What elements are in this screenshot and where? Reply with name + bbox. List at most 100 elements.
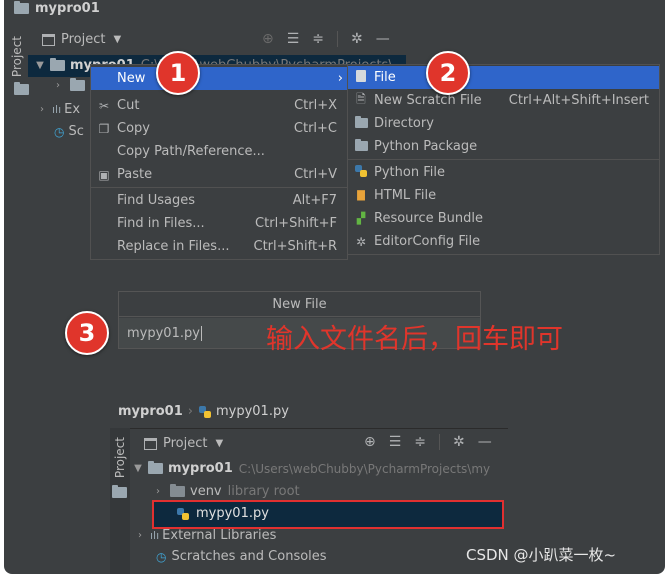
tree-venv-row[interactable]: › venv library root	[152, 484, 300, 499]
submenu-item-label: EditorConfig File	[374, 234, 481, 249]
bottom-tree-root-name: mypro01	[168, 461, 233, 476]
tree-file-name: mypy01.py	[196, 506, 269, 521]
menu-item-label: Find in Files...	[117, 216, 205, 231]
menu-separator	[91, 187, 347, 188]
tree-external-libraries-row[interactable]: › ılı External Libraries	[134, 528, 276, 543]
toolbar-divider	[337, 31, 339, 47]
paste-icon: ▣	[98, 167, 110, 182]
menu-item-replace-in-files[interactable]: Replace in Files... Ctrl+Shift+R	[91, 235, 347, 258]
menu-item-label: Find Usages	[117, 193, 196, 208]
bottom-project-toolbar: ⊕ ☰ ≑ ✲ —	[364, 434, 492, 450]
tree-item-ext-label: Ex	[64, 102, 81, 117]
expand-all-icon[interactable]: ☰	[389, 434, 402, 450]
bottom-project-side-tab[interactable]: Project	[113, 437, 127, 478]
breadcrumb-file[interactable]: mypy01.py	[216, 404, 289, 419]
side-folder-icon	[112, 485, 127, 498]
expand-all-icon[interactable]: ☰	[287, 31, 300, 47]
menu-item-label: Paste	[117, 167, 153, 182]
chevron-down-icon[interactable]: ▼	[132, 463, 144, 474]
folder-icon	[354, 115, 368, 131]
minimize-icon[interactable]: —	[478, 434, 492, 450]
chevron-right-icon: ›	[337, 71, 343, 86]
submenu-item-shortcut: Ctrl+Alt+Shift+Insert	[508, 93, 649, 108]
step-badge-1: 1	[156, 51, 200, 95]
scratch-file-icon: 🗎	[356, 92, 366, 106]
submenu-item-editorconfig-file[interactable]: ✲ EditorConfig File	[348, 230, 659, 253]
project-view-dropdown[interactable]: Project ▼	[42, 32, 121, 47]
tree-item-sc-label: Sc	[68, 124, 84, 139]
submenu-item-resource-bundle[interactable]: ▞ Resource Bundle	[348, 207, 659, 230]
menu-item-find-in-files[interactable]: Find in Files... Ctrl+Shift+F	[91, 212, 347, 235]
collapse-all-icon[interactable]: ≑	[414, 434, 426, 450]
menu-item-shortcut: Ctrl+Shift+R	[253, 239, 338, 254]
text-cursor	[200, 325, 202, 341]
submenu-item-html-file[interactable]: ▇ HTML File	[348, 184, 659, 207]
chevron-down-icon: ▼	[215, 438, 224, 449]
project-dropdown-label: Project	[163, 436, 208, 451]
menu-item-copy[interactable]: ❐ Copy Ctrl+C	[91, 117, 347, 140]
minimize-icon[interactable]: —	[376, 31, 390, 47]
chevron-down-icon[interactable]: ▼	[34, 60, 46, 71]
menu-item-copy-path[interactable]: Copy Path/Reference...	[91, 140, 347, 163]
submenu-item-file[interactable]: File	[348, 66, 659, 89]
collapse-all-icon[interactable]: ≑	[312, 31, 324, 47]
resource-bundle-icon: ▞	[356, 212, 366, 225]
menu-item-new[interactable]: New ›	[91, 67, 347, 90]
menu-item-paste[interactable]: ▣ Paste Ctrl+V	[91, 163, 347, 186]
menu-item-find-usages[interactable]: Find Usages Alt+F7	[91, 189, 347, 212]
scratches-icon: ◷	[54, 124, 65, 139]
chevron-right-icon[interactable]: ›	[52, 80, 64, 91]
submenu-item-new-scratch-file[interactable]: 🗎 New Scratch File Ctrl+Alt+Shift+Insert	[348, 89, 659, 112]
bottom-tree-root-path: C:\Users\webChubby\PycharmProjects\my	[238, 461, 491, 476]
submenu-item-label: HTML File	[374, 188, 437, 203]
menu-item-label: Replace in Files...	[117, 239, 230, 254]
submenu-item-python-package[interactable]: Python Package	[348, 135, 659, 158]
gear-icon[interactable]: ✲	[453, 434, 465, 450]
top-project-title: mypro01	[35, 1, 100, 16]
menu-item-cut[interactable]: ✂ Cut Ctrl+X	[91, 94, 347, 117]
menu-item-shortcut: Alt+F7	[292, 193, 337, 208]
watermark: CSDN @小趴菜一枚~	[466, 546, 617, 564]
submenu-item-label: New Scratch File	[374, 93, 482, 108]
locate-icon[interactable]: ⊕	[364, 434, 376, 450]
bottom-tree-root-row[interactable]: ▼ mypro01 C:\Users\webChubby\PycharmProj…	[132, 461, 490, 476]
chevron-right-icon[interactable]: ›	[134, 530, 146, 541]
locate-icon[interactable]: ⊕	[262, 31, 274, 47]
html-file-icon: ▇	[357, 190, 365, 201]
tree-external-libraries-row[interactable]: › ılı Ex	[36, 102, 80, 117]
breadcrumb-root[interactable]: mypro01	[118, 404, 183, 419]
submenu-item-python-file[interactable]: Python File	[348, 161, 659, 184]
chevron-right-icon[interactable]: ›	[152, 486, 164, 497]
menu-item-shortcut: Ctrl+Shift+F	[255, 216, 337, 231]
submenu-item-directory[interactable]: Directory	[348, 112, 659, 135]
submenu-item-label: Python File	[374, 165, 445, 180]
external-libraries-label: External Libraries	[162, 528, 277, 543]
tree-scratches-row[interactable]: ◷ Scratches and Consoles	[156, 549, 327, 564]
chevron-right-icon[interactable]: ›	[36, 104, 48, 115]
scissors-icon: ✂	[98, 98, 110, 113]
menu-item-label: New	[117, 71, 146, 86]
tree-scratches-row[interactable]: ◷ Sc	[54, 124, 84, 139]
project-window-icon	[144, 437, 157, 450]
folder-icon	[170, 484, 185, 497]
annotation-text: 输入文件名后，回车即可	[266, 324, 563, 355]
venv-note: library root	[227, 484, 300, 499]
menu-item-shortcut: Ctrl+C	[293, 121, 337, 136]
side-folder-icon	[14, 82, 29, 95]
file-icon	[354, 70, 368, 85]
tree-new-file-row[interactable]: mypy01.py	[176, 506, 269, 521]
menu-item-shortcut: Ctrl+V	[294, 167, 337, 182]
python-file-icon	[198, 405, 212, 419]
python-file-icon	[354, 164, 368, 181]
package-icon	[354, 138, 368, 154]
gear-icon[interactable]: ✲	[351, 31, 363, 47]
folder-icon	[148, 461, 163, 474]
new-submenu: File 🗎 New Scratch File Ctrl+Alt+Shift+I…	[347, 64, 660, 255]
scratches-label: Scratches and Consoles	[171, 549, 327, 564]
copy-icon: ❐	[98, 121, 110, 136]
project-side-tab[interactable]: Project	[10, 36, 24, 77]
breadcrumb: mypro01 › mypy01.py	[118, 404, 289, 419]
submenu-item-label: Directory	[374, 116, 434, 131]
tree-child-row[interactable]: ›	[52, 78, 85, 91]
bottom-project-view-dropdown[interactable]: Project ▼	[144, 436, 223, 451]
